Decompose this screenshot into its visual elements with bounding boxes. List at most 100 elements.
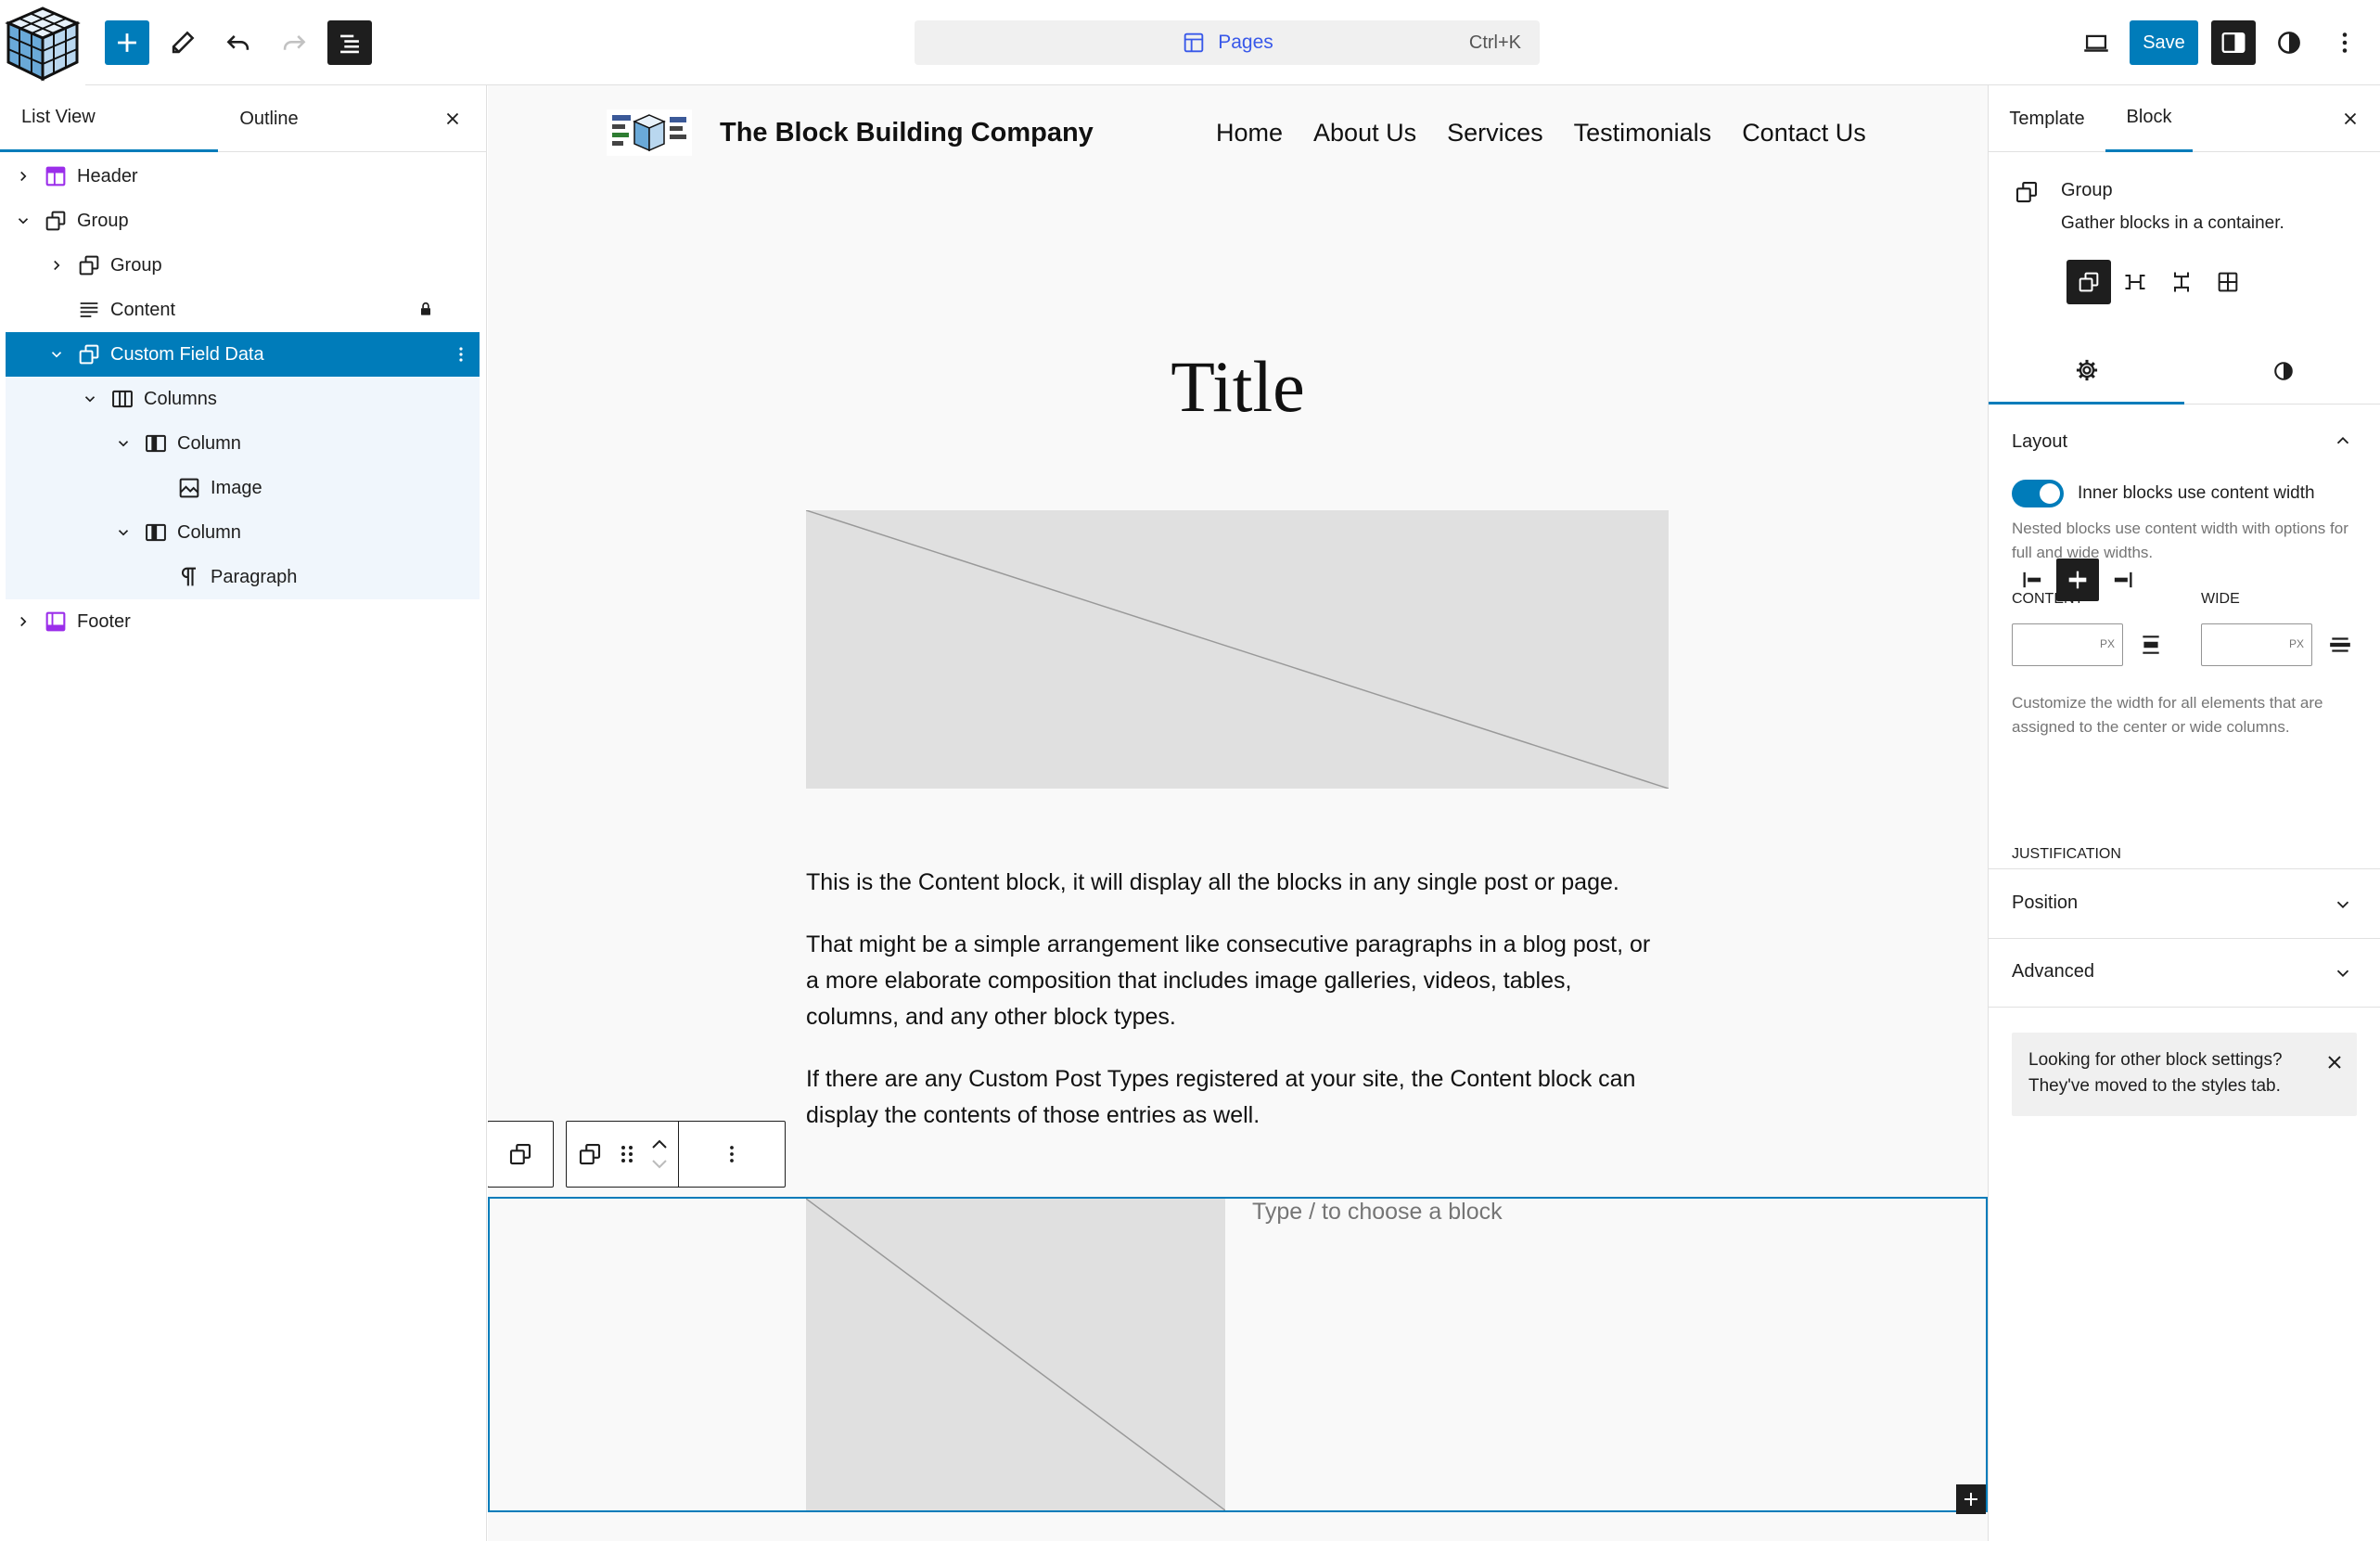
justify-center-button[interactable] (2056, 559, 2099, 601)
variation-grid-button[interactable] (2206, 260, 2250, 304)
tree-item-columns[interactable]: Columns (6, 377, 480, 421)
chevron-right-icon[interactable] (46, 255, 67, 276)
tree-item-paragraph[interactable]: Paragraph (6, 555, 480, 599)
block-options-button[interactable] (679, 1122, 785, 1187)
settings-tabs: Template Block (1989, 85, 2380, 152)
wide-width-justify-button[interactable] (2324, 629, 2356, 661)
layout-panel-title[interactable]: Layout (2012, 431, 2067, 453)
save-button[interactable]: Save (2130, 20, 2198, 65)
tree-item-group[interactable]: Group (6, 243, 480, 288)
drag-handle[interactable] (613, 1122, 641, 1187)
column-image-placeholder[interactable] (806, 1199, 1225, 1510)
group-variations (2067, 260, 2250, 304)
site-logo-icon[interactable] (607, 109, 692, 156)
styles-button[interactable] (2267, 20, 2311, 65)
tab-list-view[interactable]: List View (0, 85, 218, 152)
tree-item-header[interactable]: Header (6, 154, 480, 199)
chevron-down-icon[interactable] (113, 522, 134, 543)
block-type-button[interactable] (567, 1122, 613, 1187)
settings-sidebar-button[interactable] (2211, 20, 2256, 65)
block-mover[interactable] (641, 1122, 678, 1187)
content-paragraph[interactable]: If there are any Custom Post Types regis… (806, 1061, 1669, 1134)
variation-group-button[interactable] (2067, 260, 2111, 304)
chevron-down-icon[interactable] (113, 433, 134, 454)
chevron-right-icon[interactable] (13, 611, 33, 632)
tree-item-column[interactable]: Column (6, 510, 480, 555)
block-options-button[interactable] (448, 341, 474, 367)
chevron-down-icon[interactable] (2333, 963, 2353, 983)
nav-link-contact-us[interactable]: Contact Us (1742, 119, 1866, 148)
tab-outline[interactable]: Outline (218, 85, 320, 152)
close-icon[interactable] (2323, 1051, 2346, 1073)
site-header[interactable]: The Block Building Company Home About Us… (488, 85, 1988, 187)
content-paragraph[interactable]: That might be a simple arrangement like … (806, 927, 1669, 1035)
tab-template[interactable]: Template (1989, 85, 2105, 152)
nav-link-about-us[interactable]: About Us (1313, 119, 1416, 148)
wide-width-input[interactable]: PX (2201, 623, 2312, 666)
site-icon-button[interactable] (0, 0, 85, 85)
tab-styles[interactable] (2185, 338, 2380, 405)
chevron-down-icon[interactable] (649, 1158, 670, 1171)
close-settings-button[interactable] (2337, 106, 2363, 132)
advanced-panel[interactable]: Advanced (1989, 939, 2380, 1008)
block-card: Group Gather blocks in a container. (1989, 152, 2380, 245)
chevron-down-icon[interactable] (2333, 894, 2353, 915)
nav-link-home[interactable]: Home (1216, 119, 1283, 148)
position-panel[interactable]: Position (1989, 870, 2380, 939)
group-icon (75, 340, 103, 368)
chevron-down-icon[interactable] (80, 389, 100, 409)
tools-button[interactable] (160, 20, 205, 65)
justify-center-icon (2068, 571, 2087, 589)
chevron-down-icon[interactable] (46, 344, 67, 365)
unit-label[interactable]: PX (2289, 637, 2304, 650)
tab-block[interactable]: Block (2105, 85, 2193, 152)
command-palette-button[interactable]: Pages Ctrl+K (915, 20, 1540, 65)
chevron-up-icon[interactable] (2333, 430, 2353, 451)
chevron-down-icon[interactable] (13, 211, 33, 231)
paragraph-placeholder[interactable]: Type / to choose a block (1252, 1199, 1503, 1226)
preview-button[interactable] (2074, 20, 2118, 65)
tab-settings[interactable] (1989, 338, 2184, 405)
close-list-view-button[interactable] (440, 106, 466, 132)
featured-image-placeholder[interactable] (806, 510, 1669, 789)
selected-custom-field-data-group[interactable]: Type / to choose a block (488, 1197, 1988, 1514)
variation-stack-button[interactable] (2159, 260, 2204, 304)
undo-button[interactable] (216, 20, 261, 65)
tree-item-label: Group (110, 254, 162, 276)
content-paragraph[interactable]: This is the Content block, it will displ… (806, 865, 1669, 901)
nav-link-testimonials[interactable]: Testimonials (1574, 119, 1712, 148)
layout-icon (1184, 32, 1204, 53)
select-parent-block-button[interactable] (488, 1121, 554, 1188)
tree-item-label: Custom Field Data (110, 343, 264, 365)
chevron-right-icon[interactable] (13, 166, 33, 186)
tree-item-content[interactable]: Content (6, 288, 480, 332)
tree-item-image[interactable]: Image (6, 466, 480, 510)
tree-item-footer[interactable]: Footer (6, 599, 480, 644)
document-overview-button[interactable] (327, 20, 372, 65)
nav-link-services[interactable]: Services (1447, 119, 1543, 148)
layout-panel: Layout Inner blocks use content width Ne… (1989, 405, 2380, 869)
tree-item-column[interactable]: Column (6, 421, 480, 466)
content-width-toggle[interactable] (2012, 480, 2064, 507)
redo-button[interactable] (272, 20, 316, 65)
justify-left-button[interactable] (2012, 559, 2054, 601)
options-button[interactable] (2322, 20, 2367, 65)
post-content[interactable]: This is the Content block, it will displ… (806, 865, 1669, 1160)
unit-label[interactable]: PX (2100, 637, 2115, 650)
tree-item-group[interactable]: Group (6, 199, 480, 243)
add-block-button[interactable] (105, 20, 149, 65)
variation-row-button[interactable] (2113, 260, 2157, 304)
block-appender-button[interactable] (1956, 1484, 1986, 1514)
editor-canvas[interactable]: The Block Building Company Home About Us… (488, 85, 1988, 1541)
content-width-input[interactable]: PX (2012, 623, 2123, 666)
content-width-justify-button[interactable] (2135, 629, 2167, 661)
justify-right-button[interactable] (2101, 559, 2143, 601)
tree-item-custom-field-data[interactable]: Custom Field Data (6, 332, 480, 377)
site-title[interactable]: The Block Building Company (720, 118, 1094, 148)
template-part-header-icon (42, 162, 70, 190)
advanced-panel-title[interactable]: Advanced (2012, 961, 2094, 982)
tree-item-label: Column (177, 521, 241, 543)
position-panel-title[interactable]: Position (2012, 892, 2078, 914)
post-title[interactable]: Title (488, 345, 1988, 429)
chevron-up-icon[interactable] (649, 1137, 670, 1150)
